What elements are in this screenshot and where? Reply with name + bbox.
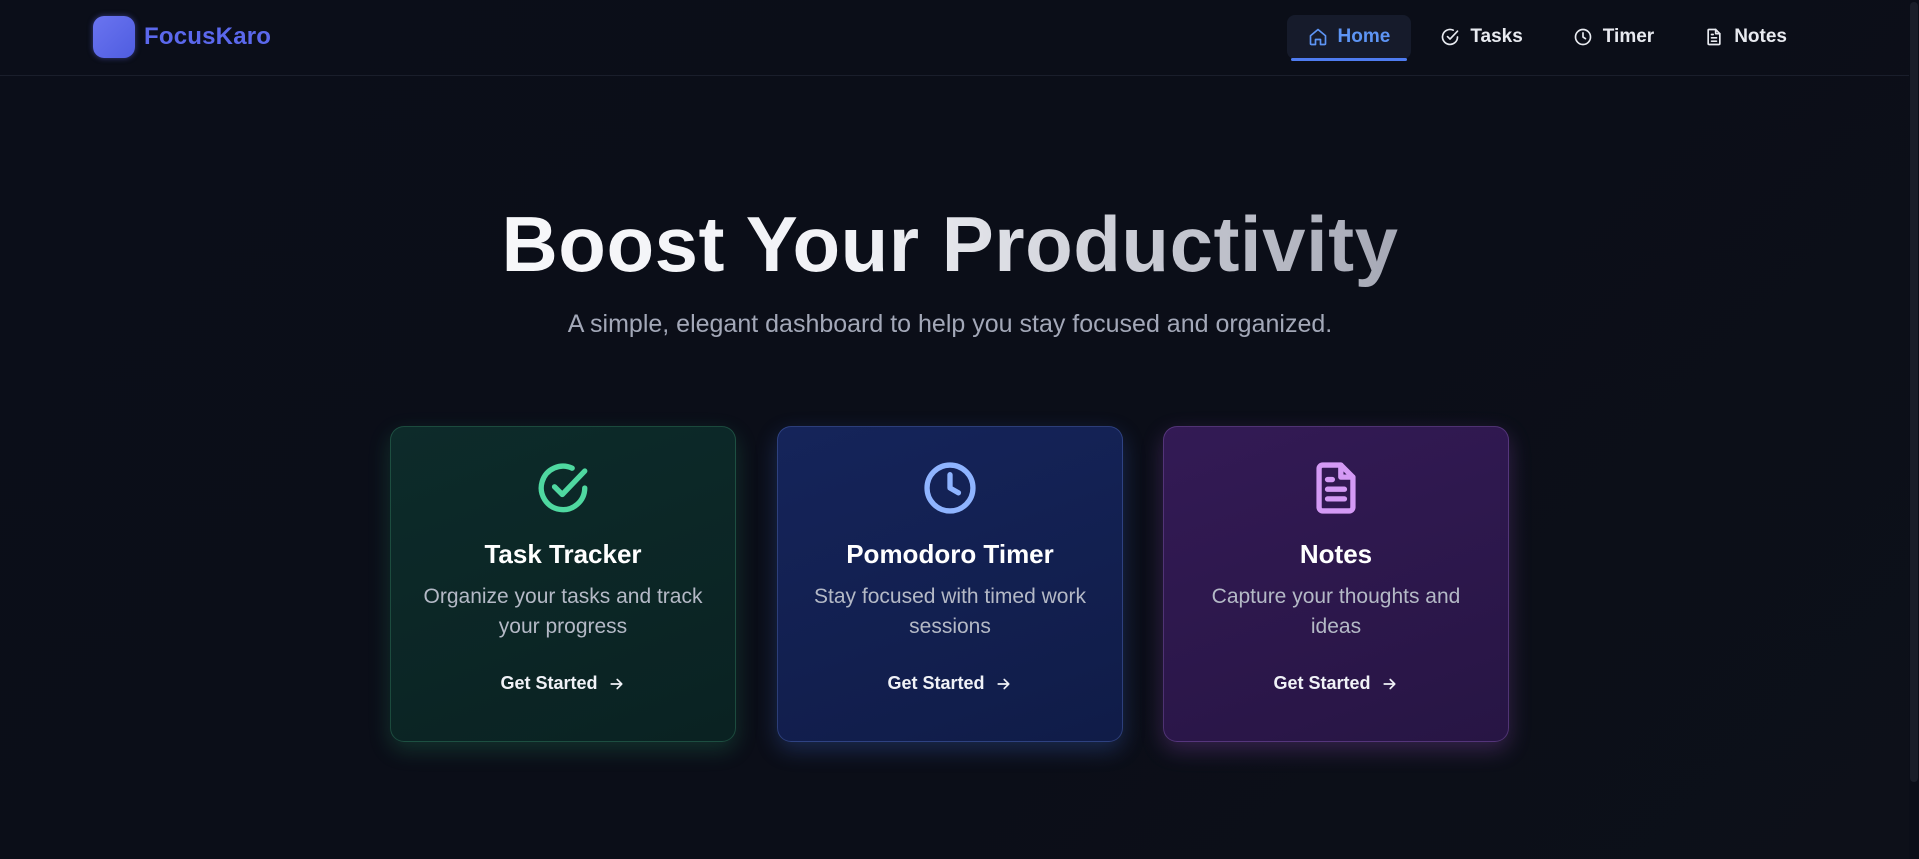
- feature-card-notes[interactable]: Notes Capture your thoughts and ideas Ge…: [1163, 426, 1509, 742]
- nav-item-timer[interactable]: Timer: [1552, 15, 1675, 59]
- nav-item-tasks[interactable]: Tasks: [1419, 15, 1543, 59]
- hero-title: Boost Your Productivity: [0, 196, 1900, 292]
- get-started-button[interactable]: Get Started: [887, 673, 1012, 694]
- get-started-button[interactable]: Get Started: [1273, 673, 1398, 694]
- cta-label: Get Started: [1273, 673, 1371, 693]
- top-navbar: FocusKaro Home Tasks Timer Notes: [0, 0, 1919, 76]
- nav-item-label: Tasks: [1470, 26, 1523, 47]
- vertical-scrollbar[interactable]: [1909, 0, 1919, 859]
- hero-subtitle: A simple, elegant dashboard to help you …: [567, 310, 1333, 338]
- card-description: Stay focused with timed work sessions: [814, 585, 1086, 638]
- nav-item-home[interactable]: Home: [1286, 15, 1412, 61]
- nav-item-label: Home: [1337, 26, 1391, 47]
- file-text-icon: [1707, 28, 1721, 46]
- home-icon: [1309, 28, 1326, 46]
- feature-card-task-tracker[interactable]: Task Tracker Organize your tasks and tra…: [390, 426, 736, 742]
- nav-item-label: Timer: [1602, 26, 1655, 47]
- card-description: Organize your tasks and track your progr…: [423, 585, 703, 638]
- check-circle-icon: [538, 463, 588, 513]
- clock-icon: [1574, 28, 1592, 46]
- scrollbar-thumb[interactable]: [1910, 2, 1918, 782]
- brand-name: FocusKaro: [144, 23, 272, 50]
- page: FocusKaro Home Tasks Timer Notes Boost Y…: [0, 0, 1919, 859]
- card-title: Task Tracker: [484, 539, 642, 569]
- arrow-right-icon: [1383, 678, 1396, 689]
- brand-logo-link[interactable]: FocusKaro: [93, 16, 271, 58]
- clock-icon: [924, 462, 976, 514]
- check-circle-icon: [1442, 28, 1459, 46]
- nav-item-label: Notes: [1734, 26, 1787, 47]
- card-title: Notes: [1299, 539, 1373, 569]
- nav-item-notes[interactable]: Notes: [1683, 15, 1808, 59]
- get-started-button[interactable]: Get Started: [500, 673, 625, 694]
- cta-label: Get Started: [887, 673, 985, 693]
- card-description: Capture your thoughts and ideas: [1211, 585, 1461, 638]
- feature-card-pomodoro-timer[interactable]: Pomodoro Timer Stay focused with timed w…: [777, 426, 1123, 742]
- cta-label: Get Started: [500, 673, 598, 693]
- arrow-right-icon: [610, 678, 623, 689]
- arrow-right-icon: [997, 678, 1010, 689]
- main-nav: Home Tasks Timer Notes: [1286, 15, 1808, 61]
- file-text-icon: [1316, 462, 1356, 514]
- card-title: Pomodoro Timer: [846, 539, 1054, 569]
- logo-icon: [93, 16, 135, 58]
